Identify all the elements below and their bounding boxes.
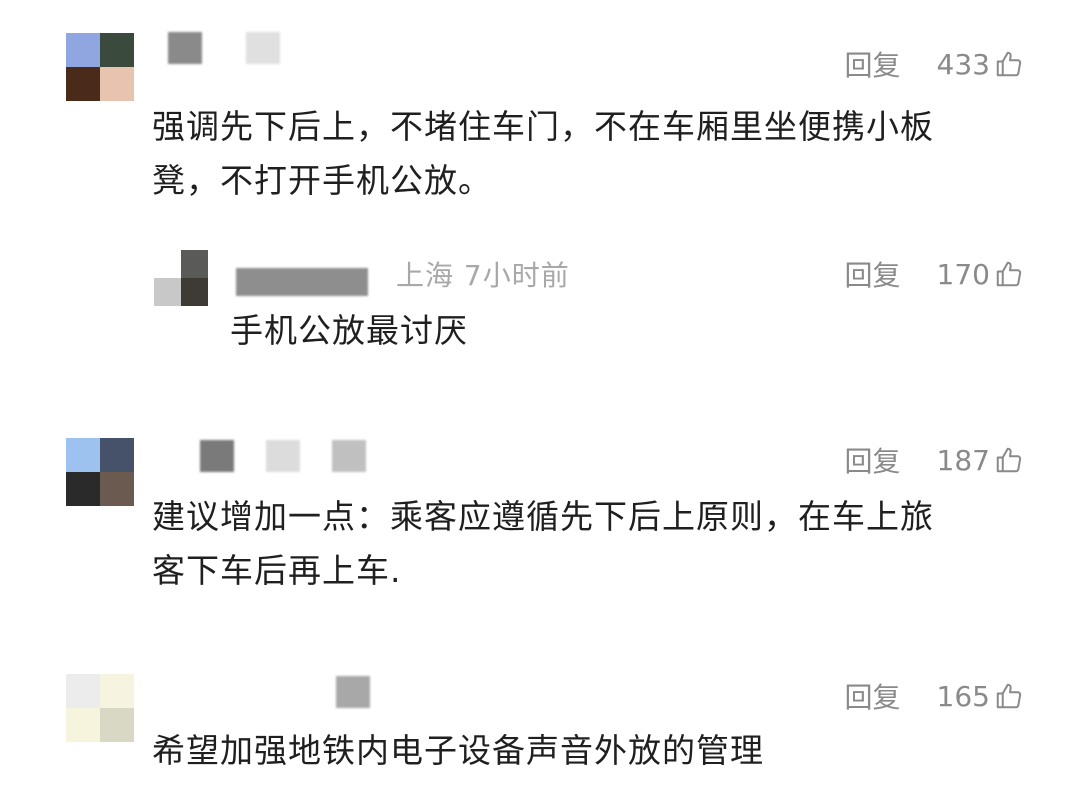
comment-text: 强调先下后上，不堵住车门，不在车厢里坐便携小板 凳，不打开手机公放。 <box>152 100 934 208</box>
comment-text: 希望加强地铁内电子设备声音外放的管理 <box>152 724 764 778</box>
avatar[interactable] <box>66 674 134 742</box>
avatar[interactable] <box>66 33 134 101</box>
comment-line: 凳，不打开手机公放。 <box>152 161 492 200</box>
thumbs-up-icon[interactable] <box>994 681 1024 711</box>
comment-actions: 回复 433 <box>845 44 1024 84</box>
comment-actions: 回复 165 <box>845 676 1024 716</box>
reply-text: 手机公放最讨厌 <box>230 304 468 358</box>
reply-button[interactable]: 回复 <box>845 44 901 84</box>
reply-button[interactable]: 回复 <box>845 440 901 480</box>
thumbs-up-icon[interactable] <box>994 49 1024 79</box>
avatar[interactable] <box>154 250 208 306</box>
thumbs-up-icon[interactable] <box>994 445 1024 475</box>
comment-line: 希望加强地铁内电子设备声音外放的管理 <box>152 731 764 770</box>
username-redacted <box>336 676 370 708</box>
username-redacted <box>200 440 366 472</box>
reply-button[interactable]: 回复 <box>845 676 901 716</box>
avatar[interactable] <box>66 438 134 506</box>
comment-line: 建议增加一点：乘客应遵循先下后上原则，在车上旅 <box>152 497 934 536</box>
username-redacted <box>236 268 368 296</box>
comment-line: 客下车后再上车. <box>152 551 402 590</box>
comment-line: 强调先下后上，不堵住车门，不在车厢里坐便携小板 <box>152 107 934 146</box>
reply-actions: 回复 170 <box>845 254 1024 294</box>
username-redacted <box>168 32 280 64</box>
comment-text: 建议增加一点：乘客应遵循先下后上原则，在车上旅 客下车后再上车. <box>152 490 934 598</box>
like-count: 187 <box>936 443 990 477</box>
reply-button[interactable]: 回复 <box>845 254 901 294</box>
reply-item: 上海 7小时前 回复 170 手机公放最讨厌 <box>0 230 1080 380</box>
comment-item: 回复 187 建议增加一点：乘客应遵循先下后上原则，在车上旅 客下车后再上车. <box>0 410 1080 630</box>
like-count: 170 <box>936 257 990 291</box>
comment-item: 回复 165 希望加强地铁内电子设备声音外放的管理 <box>0 648 1080 806</box>
thumbs-up-icon[interactable] <box>994 259 1024 289</box>
like-count: 165 <box>936 679 990 713</box>
comment-item: 回复 433 强调先下后上，不堵住车门，不在车厢里坐便携小板 凳，不打开手机公放… <box>0 0 1080 230</box>
comment-actions: 回复 187 <box>845 440 1024 480</box>
comment-line: 手机公放最讨厌 <box>230 311 468 350</box>
reply-location-time: 上海 7小时前 <box>396 259 570 292</box>
like-count: 433 <box>936 47 990 81</box>
